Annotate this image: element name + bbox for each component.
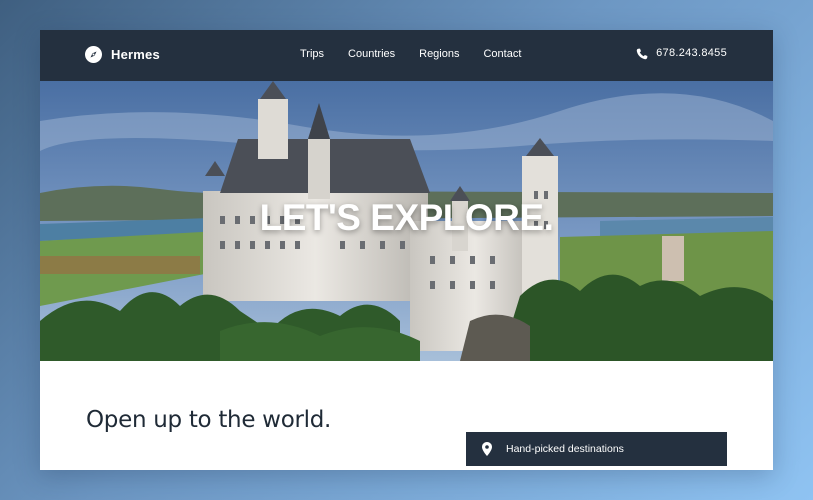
phone-contact[interactable]: 678.243.8455 — [636, 47, 727, 60]
website-frame: Hermes Trips Countries Regions Contact 6… — [40, 30, 773, 470]
feature-label: Hand-picked destinations — [506, 443, 624, 455]
map-pin-icon — [482, 442, 492, 456]
nav-link-contact[interactable]: Contact — [483, 47, 521, 61]
phone-icon — [636, 47, 648, 60]
nav-link-countries[interactable]: Countries — [348, 47, 395, 61]
hero-banner: LET'S EXPLORE. — [40, 81, 773, 361]
nav-link-regions[interactable]: Regions — [419, 47, 459, 61]
brand-logo[interactable]: Hermes — [85, 46, 160, 63]
phone-number: 678.243.8455 — [656, 47, 727, 59]
feature-card-destinations[interactable]: Hand-picked destinations — [466, 432, 727, 466]
compass-icon — [85, 46, 102, 63]
nav-link-trips[interactable]: Trips — [300, 47, 324, 61]
top-navigation-bar: Hermes Trips Countries Regions Contact 6… — [40, 30, 773, 81]
brand-name: Hermes — [111, 47, 160, 62]
main-menu: Trips Countries Regions Contact — [300, 47, 545, 61]
hero-title: LET'S EXPLORE. — [259, 197, 554, 238]
section-headline: Open up to the world. — [86, 407, 332, 433]
